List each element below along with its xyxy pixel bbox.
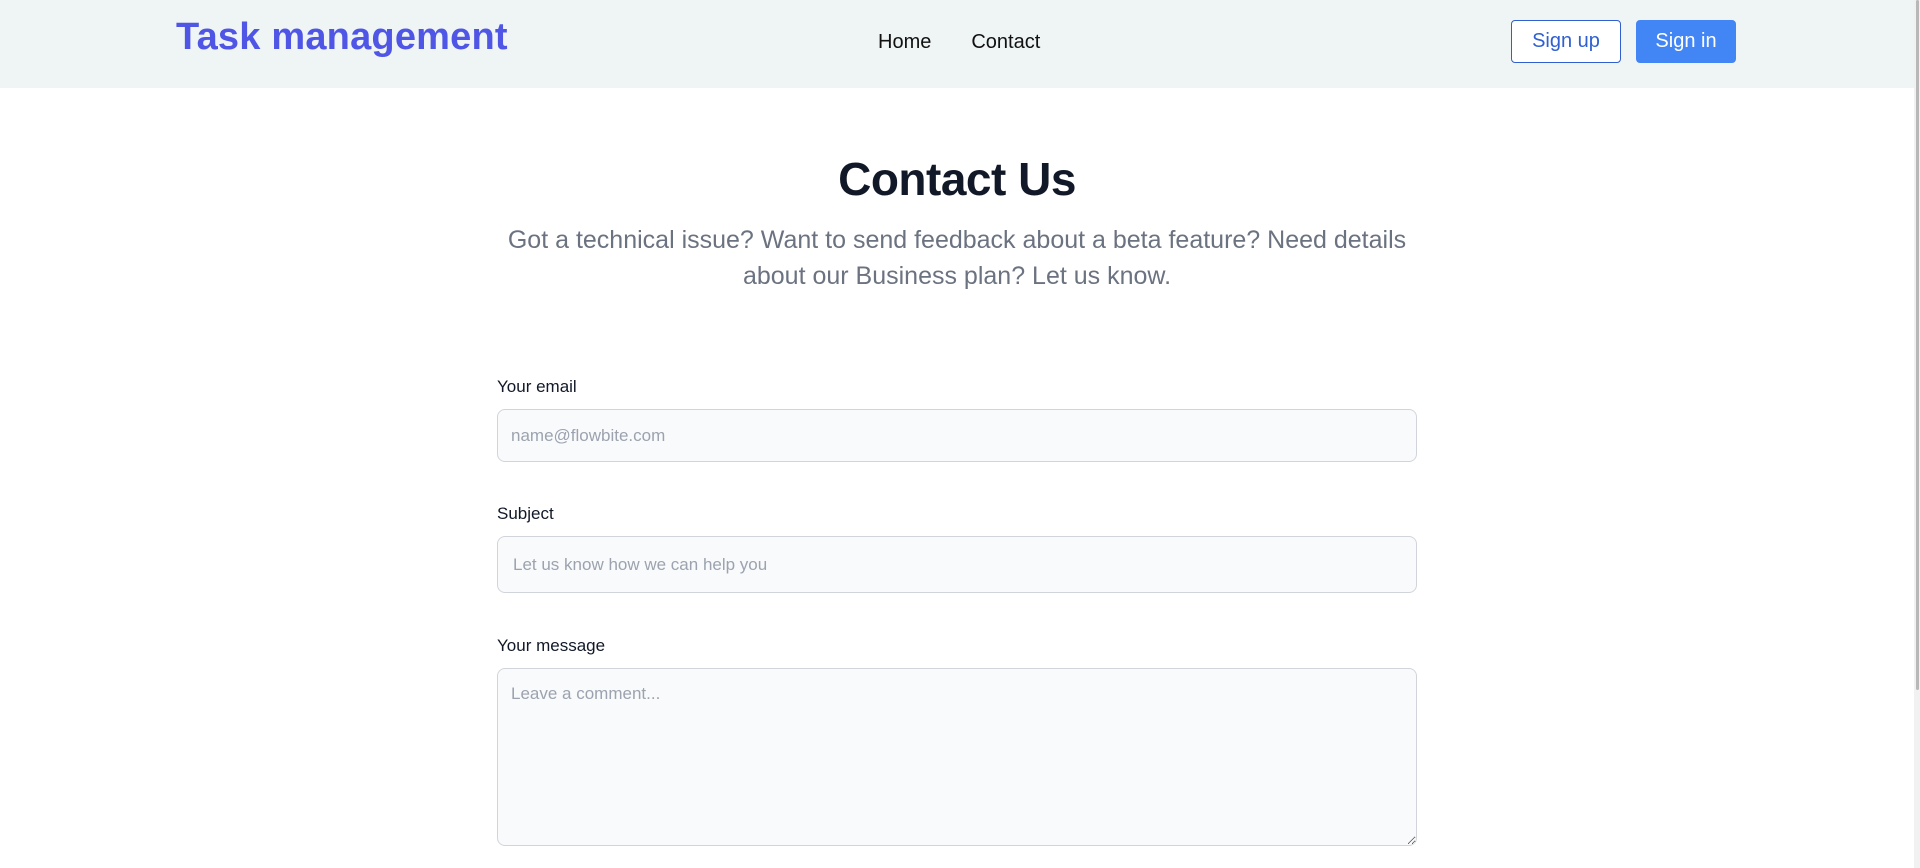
- message-textarea[interactable]: [497, 668, 1417, 846]
- nav-links: Home Contact: [878, 28, 1040, 56]
- subject-field[interactable]: [497, 536, 1417, 593]
- email-label: Your email: [497, 377, 577, 396]
- scrollbar-thumb[interactable]: [1916, 0, 1919, 690]
- message-label: Your message: [497, 636, 606, 655]
- navbar: Task management Home Contact Sign up Sig…: [0, 0, 1914, 88]
- page-scrollbar[interactable]: [1914, 0, 1920, 868]
- page-title: Contact Us: [838, 153, 1076, 205]
- nav-link-home[interactable]: Home: [878, 28, 931, 56]
- sign-in-button[interactable]: Sign in: [1636, 20, 1736, 63]
- nav-link-contact[interactable]: Contact: [971, 28, 1040, 56]
- brand-logo[interactable]: Task management: [176, 14, 508, 60]
- subject-label: Subject: [497, 504, 554, 523]
- email-field[interactable]: [497, 409, 1417, 462]
- page-subtitle: Got a technical issue? Want to send feed…: [507, 226, 1407, 290]
- sign-up-button[interactable]: Sign up: [1511, 20, 1621, 63]
